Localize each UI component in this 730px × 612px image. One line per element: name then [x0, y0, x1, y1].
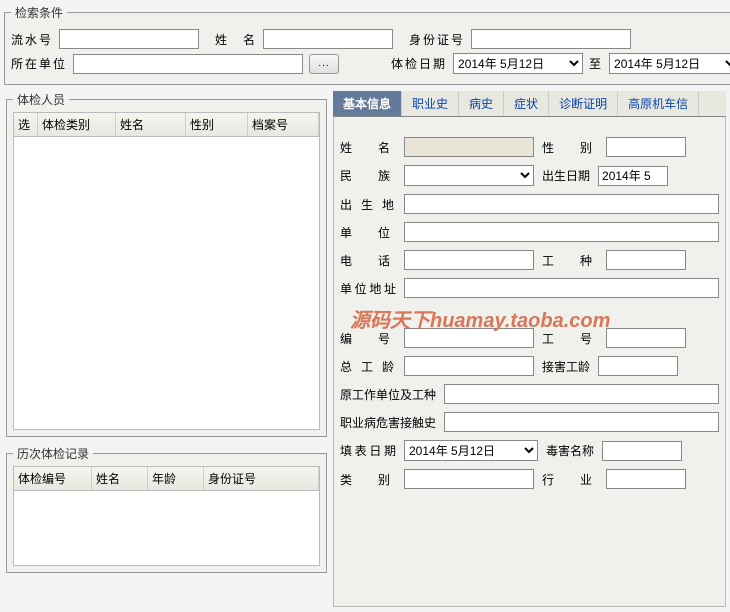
form-worktype-label: 工 种 — [542, 252, 598, 269]
col-examno: 体检编号 — [14, 467, 92, 490]
form-totalyears-label: 总 工 龄 — [340, 358, 396, 375]
form-phone-label: 电 话 — [340, 252, 396, 269]
form-birthdate-label: 出生日期 — [542, 167, 590, 184]
tab-career[interactable]: 职业史 — [402, 91, 459, 116]
form-formdate-select[interactable]: 2014年 5月12日 — [404, 440, 538, 461]
form-serial-label: 编 号 — [340, 330, 396, 347]
form-totalyears-input[interactable] — [404, 356, 534, 376]
form-formdate-label: 填表日期 — [340, 442, 396, 459]
search-criteria-panel: 检索条件 流水号 姓 名 身份证号 所在单位 ... 体检日期 2014年 5月… — [4, 4, 730, 85]
history-panel: 历次体检记录 体检编号 姓名 年龄 身份证号 — [6, 445, 327, 573]
search-unit-input[interactable] — [73, 54, 303, 74]
form-hazardhistory-input[interactable] — [444, 412, 719, 432]
history-grid[interactable]: 体检编号 姓名 年龄 身份证号 — [13, 466, 320, 566]
form-unitaddr-label: 单位地址 — [340, 280, 396, 297]
tab-strip: 基本信息 职业史 病史 症状 诊断证明 高原机车信 — [333, 91, 726, 117]
basic-info-form: 姓 名 性 别 民 族 出生日期 出 生 地 单 位 电 话 — [333, 117, 726, 607]
col-hid: 身份证号 — [204, 467, 319, 490]
personnel-legend: 体检人员 — [13, 91, 69, 108]
browse-unit-button[interactable]: ... — [309, 54, 339, 74]
form-prevwork-input[interactable] — [444, 384, 719, 404]
col-name: 姓名 — [116, 113, 186, 136]
date-to-select[interactable]: 2014年 5月12日 — [609, 53, 730, 74]
form-birthplace-input[interactable] — [404, 194, 719, 214]
id-input[interactable] — [471, 29, 631, 49]
form-workno-label: 工 号 — [542, 330, 598, 347]
col-select: 选 — [14, 113, 38, 136]
form-birthplace-label: 出 生 地 — [340, 196, 396, 213]
form-birthdate-input[interactable] — [598, 166, 668, 186]
col-examtype: 体检类别 — [38, 113, 116, 136]
tab-basic[interactable]: 基本信息 — [333, 91, 402, 116]
form-workno-input[interactable] — [606, 328, 686, 348]
col-hname: 姓名 — [92, 467, 148, 490]
form-name-input[interactable] — [404, 137, 534, 157]
col-gender: 性别 — [186, 113, 248, 136]
form-name-label: 姓 名 — [340, 139, 396, 156]
tab-plateau[interactable]: 高原机车信 — [618, 91, 699, 116]
personnel-grid[interactable]: 选 体检类别 姓名 性别 档案号 — [13, 112, 320, 430]
form-hazardyears-input[interactable] — [598, 356, 678, 376]
form-serial-input[interactable] — [404, 328, 534, 348]
tab-medical[interactable]: 病史 — [459, 91, 504, 116]
search-name-label: 姓 名 — [215, 31, 257, 48]
search-unit-label: 所在单位 — [11, 55, 67, 72]
history-grid-header: 体检编号 姓名 年龄 身份证号 — [14, 467, 319, 491]
form-industry-input[interactable] — [606, 469, 686, 489]
form-category-label: 类 别 — [340, 471, 396, 488]
form-hazardyears-label: 接害工龄 — [542, 358, 590, 375]
form-poison-input[interactable] — [602, 441, 682, 461]
form-worktype-input[interactable] — [606, 250, 686, 270]
form-gender-label: 性 别 — [542, 139, 598, 156]
col-fileno: 档案号 — [248, 113, 319, 136]
form-ethnic-label: 民 族 — [340, 167, 396, 184]
tab-diagnosis[interactable]: 诊断证明 — [549, 91, 618, 116]
exam-date-label: 体检日期 — [391, 55, 447, 72]
date-to-label: 至 — [589, 55, 603, 72]
form-unit-input[interactable] — [404, 222, 719, 242]
search-legend: 检索条件 — [11, 4, 67, 21]
form-hazardhistory-label: 职业病危害接触史 — [340, 414, 436, 431]
tab-symptom[interactable]: 症状 — [504, 91, 549, 116]
search-name-input[interactable] — [263, 29, 393, 49]
serial-label: 流水号 — [11, 31, 53, 48]
form-poison-label: 毒害名称 — [546, 442, 594, 459]
col-age: 年龄 — [148, 467, 204, 490]
form-gender-input[interactable] — [606, 137, 686, 157]
form-ethnic-select[interactable] — [404, 165, 534, 186]
form-prevwork-label: 原工作单位及工种 — [340, 386, 436, 403]
form-phone-input[interactable] — [404, 250, 534, 270]
form-industry-label: 行 业 — [542, 471, 598, 488]
form-category-input[interactable] — [404, 469, 534, 489]
serial-input[interactable] — [59, 29, 199, 49]
form-unitaddr-input[interactable] — [404, 278, 719, 298]
history-legend: 历次体检记录 — [13, 445, 93, 462]
id-label: 身份证号 — [409, 31, 465, 48]
personnel-grid-header: 选 体检类别 姓名 性别 档案号 — [14, 113, 319, 137]
date-from-select[interactable]: 2014年 5月12日 — [453, 53, 583, 74]
personnel-panel: 体检人员 选 体检类别 姓名 性别 档案号 — [6, 91, 327, 437]
form-unit-label: 单 位 — [340, 224, 396, 241]
